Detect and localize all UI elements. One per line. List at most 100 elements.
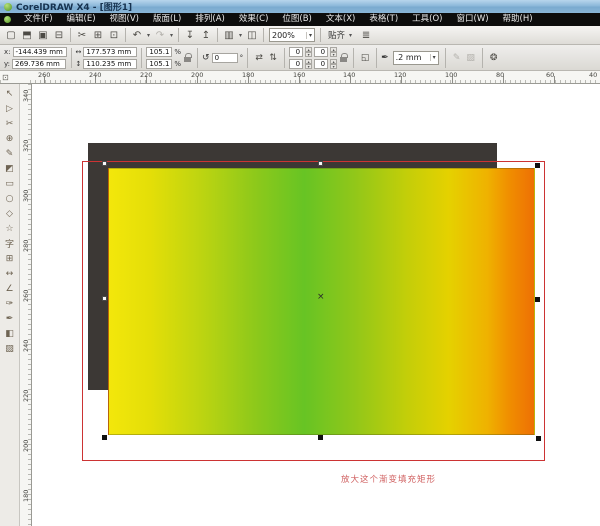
- horizontal-ruler[interactable]: ⊡ 260 240 220 200 180 160 140 120 100 80…: [0, 71, 600, 84]
- menu-tools[interactable]: 工具(O): [405, 13, 449, 26]
- dimension-tool[interactable]: ↔: [2, 266, 18, 281]
- menubar-app-icon[interactable]: [4, 16, 11, 23]
- rectangle-tool-icon: ▭: [5, 179, 14, 189]
- import-button[interactable]: ↧: [182, 27, 198, 43]
- width-icon: ↔: [76, 48, 82, 56]
- new-button[interactable]: ▢: [3, 27, 19, 43]
- corner-tl-stepper[interactable]: ▴▾: [305, 47, 312, 57]
- scale-lock-button[interactable]: [181, 51, 193, 65]
- corner-tr-stepper[interactable]: ▴▾: [330, 47, 337, 57]
- menu-layout[interactable]: 版面(L): [146, 13, 188, 26]
- outline-pen-tool[interactable]: ✒: [2, 311, 18, 326]
- ellipse-tool[interactable]: ○: [2, 191, 18, 206]
- polygon-tool-icon: ◇: [6, 209, 13, 219]
- selection-handle-bottom-center[interactable]: [318, 435, 323, 440]
- menu-effects[interactable]: 效果(C): [232, 13, 276, 26]
- convert-to-curves-button[interactable]: ❂: [487, 51, 501, 65]
- edit-fill-button[interactable]: ✎: [450, 51, 464, 65]
- export-button[interactable]: ↥: [198, 27, 214, 43]
- fill-tool[interactable]: ◧: [2, 326, 18, 341]
- outline-width-combo[interactable]: .2 mm ▾: [393, 51, 439, 65]
- interactive-fill-tool[interactable]: ▨: [2, 341, 18, 356]
- ruler-h-label: 260: [38, 71, 50, 79]
- y-position-field[interactable]: 269.736 mm: [12, 59, 66, 69]
- shape-tool[interactable]: ▷: [2, 101, 18, 116]
- corner-bl-stepper[interactable]: ▴▾: [305, 59, 312, 69]
- selection-handle-bottom-left[interactable]: [102, 435, 107, 440]
- shape-tool-icon: ▷: [6, 104, 13, 114]
- menu-arrange[interactable]: 排列(A): [188, 13, 231, 26]
- save-button[interactable]: ▣: [35, 27, 51, 43]
- rectangle-tool[interactable]: ▭: [2, 176, 18, 191]
- object-height-field[interactable]: 110.235 mm: [83, 59, 137, 69]
- text-tool[interactable]: 字: [2, 236, 18, 251]
- connector-tool[interactable]: ∠: [2, 281, 18, 296]
- edit-outline-button[interactable]: ▨: [464, 51, 478, 65]
- scale-h-field[interactable]: 105.1: [146, 47, 172, 57]
- corner-tl-field[interactable]: 0: [289, 47, 303, 57]
- zoom-level-combo[interactable]: 200% ▾: [269, 28, 315, 42]
- corner-br-stepper[interactable]: ▴▾: [330, 59, 337, 69]
- object-center-marker[interactable]: ×: [317, 293, 325, 302]
- fullscreen-preview-button[interactable]: ◫: [244, 27, 260, 43]
- mirror-vertical-button[interactable]: ⇅: [266, 51, 280, 65]
- object-width-field[interactable]: 177.573 mm: [83, 47, 137, 57]
- paste-button[interactable]: ⊡: [106, 27, 122, 43]
- undo-icon: ↶: [133, 30, 141, 41]
- undo-button[interactable]: ↶: [129, 27, 145, 43]
- menu-window[interactable]: 窗口(W): [450, 13, 496, 26]
- corner-tr-field[interactable]: 0: [314, 47, 328, 57]
- freehand-tool[interactable]: ✎: [2, 146, 18, 161]
- print-button[interactable]: ⊟: [51, 27, 67, 43]
- selection-handle-bottom-right[interactable]: [536, 436, 541, 441]
- corner-bl-field[interactable]: 0: [289, 59, 303, 69]
- polygon-tool[interactable]: ◇: [2, 206, 18, 221]
- eyedropper-tool[interactable]: ✑: [2, 296, 18, 311]
- cut-button[interactable]: ✂: [74, 27, 90, 43]
- menu-edit[interactable]: 编辑(E): [60, 13, 103, 26]
- app-launcher-button[interactable]: ▥: [221, 27, 237, 43]
- x-position-field[interactable]: -144.439 mm: [13, 47, 67, 57]
- selection-handle-top-left[interactable]: [102, 161, 107, 166]
- selection-handle-top-right[interactable]: [535, 163, 540, 168]
- title-bar[interactable]: CorelDRAW X4 - [图形1]: [0, 0, 600, 13]
- menu-table[interactable]: 表格(T): [362, 13, 405, 26]
- save-icon: ▣: [38, 30, 47, 41]
- rotation-field[interactable]: 0: [212, 53, 238, 63]
- snap-to-button[interactable]: 贴齐 ▾: [324, 29, 358, 41]
- scale-v-field[interactable]: 105.1: [146, 59, 172, 69]
- mirror-horizontal-button[interactable]: ⇄: [252, 51, 266, 65]
- table-tool[interactable]: ⊞: [2, 251, 18, 266]
- ellipse-tool-icon: ○: [6, 194, 14, 204]
- menu-bitmaps[interactable]: 位图(B): [275, 13, 318, 26]
- zoom-tool[interactable]: ⊕: [2, 131, 18, 146]
- wrap-text-icon: ◱: [361, 53, 370, 63]
- menu-text[interactable]: 文本(X): [319, 13, 362, 26]
- basic-shapes-tool[interactable]: ☆: [2, 221, 18, 236]
- redo-button[interactable]: ↷: [152, 27, 168, 43]
- drawing-canvas[interactable]: ↖ ▷ ✂ ⊕ ✎ ◩ ▭ ○ ◇ ☆ 字 ⊞ ↔ ∠ ✑ ✒ ◧ ▨ 340 …: [0, 84, 600, 526]
- menu-file[interactable]: 文件(F): [17, 13, 60, 26]
- menu-help[interactable]: 帮助(H): [496, 13, 540, 26]
- options-button[interactable]: ≣: [358, 27, 374, 43]
- open-button[interactable]: ⬒: [19, 27, 35, 43]
- corner-br-field[interactable]: 0: [314, 59, 328, 69]
- redo-dropdown[interactable]: ▾: [168, 32, 175, 39]
- copy-button[interactable]: ⊞: [90, 27, 106, 43]
- percent-label: %: [174, 48, 181, 56]
- selection-handle-top-center[interactable]: [318, 161, 323, 166]
- pick-tool[interactable]: ↖: [2, 86, 18, 101]
- ruler-v-label: 180: [22, 490, 30, 502]
- app-launcher-dropdown[interactable]: ▾: [237, 32, 244, 39]
- crop-tool[interactable]: ✂: [2, 116, 18, 131]
- vertical-ruler[interactable]: 340 320 300 280 260 240 220 200 180: [20, 84, 32, 526]
- menu-view[interactable]: 视图(V): [103, 13, 146, 26]
- corner-lock-button[interactable]: [337, 51, 349, 65]
- ruler-origin[interactable]: ⊡: [2, 71, 30, 83]
- undo-dropdown[interactable]: ▾: [145, 32, 152, 39]
- wrap-text-button[interactable]: ◱: [358, 51, 372, 65]
- snap-to-label: 贴齐: [328, 29, 345, 41]
- selection-handle-middle-left[interactable]: [102, 296, 107, 301]
- selection-handle-middle-right[interactable]: [535, 297, 540, 302]
- smart-fill-tool[interactable]: ◩: [2, 161, 18, 176]
